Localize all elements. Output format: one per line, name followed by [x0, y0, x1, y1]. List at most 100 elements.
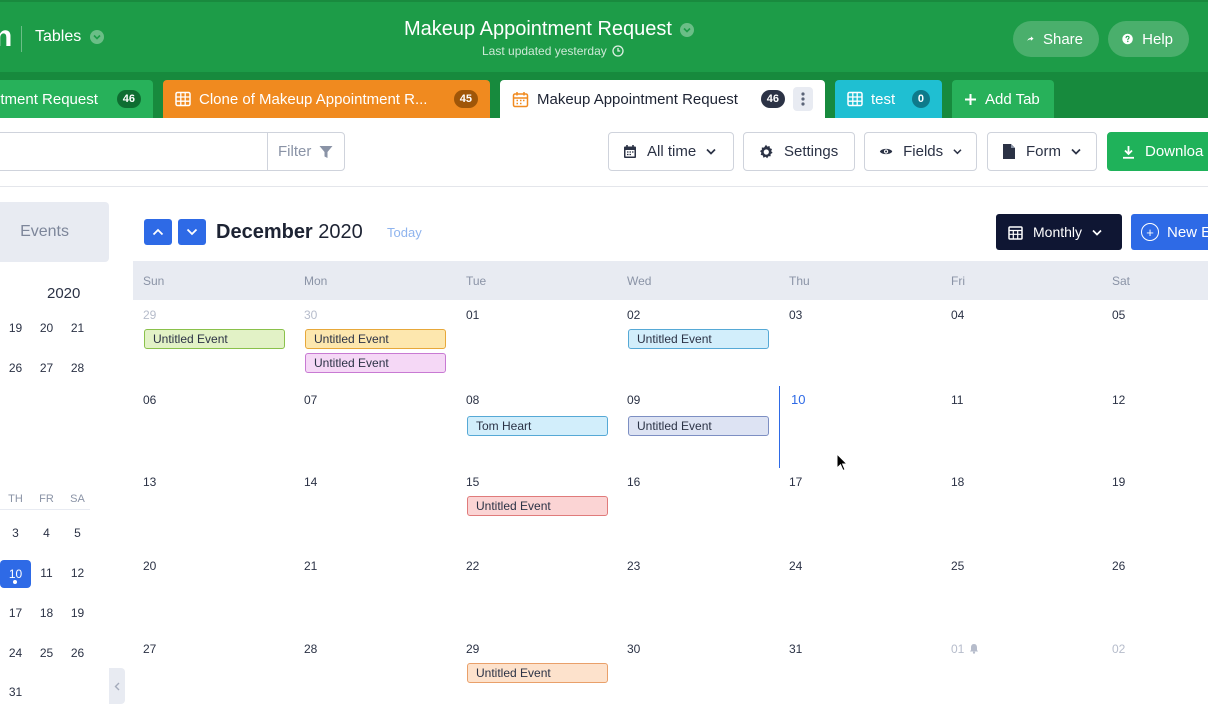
filter-icon	[319, 145, 333, 158]
mini-calendar-day[interactable]: 5	[62, 526, 93, 540]
mini-calendar-day[interactable]: 28	[62, 361, 93, 375]
mini-calendar-day[interactable]: 25	[31, 646, 62, 660]
calendar-day-number[interactable]: 07	[304, 393, 317, 407]
mini-calendar-day[interactable]: 4	[31, 526, 62, 540]
tables-menu-button[interactable]: Tables	[35, 28, 105, 46]
calendar-day-number[interactable]: 31	[789, 642, 802, 656]
tab-count-badge: 46	[116, 90, 141, 108]
calendar-day-number[interactable]: 12	[1112, 393, 1125, 407]
calendar-event[interactable]: Untitled Event	[467, 496, 608, 516]
events-tab[interactable]: Events	[0, 202, 109, 262]
calendar-day-number[interactable]: 01	[951, 642, 964, 656]
tab-makeup-appointment-request-partial[interactable]: ntment Request 46	[0, 80, 153, 118]
calendar-event[interactable]: Untitled Event	[467, 663, 608, 683]
mini-calendar-day[interactable]: 12	[62, 560, 93, 588]
plus-icon: +	[1141, 223, 1159, 241]
calendar-event[interactable]: Tom Heart	[467, 416, 608, 436]
calendar-event[interactable]: Untitled Event	[628, 329, 769, 349]
calendar-day-number[interactable]: 28	[304, 642, 317, 656]
tables-label: Tables	[35, 28, 82, 45]
calendar-day-number[interactable]: 22	[466, 559, 479, 573]
mini-calendar-day[interactable]: 26	[62, 646, 93, 660]
calendar-event[interactable]: Untitled Event	[144, 329, 285, 349]
search-input[interactable]	[0, 132, 268, 171]
tab-test[interactable]: test 0	[835, 80, 942, 118]
mini-calendar-today[interactable]: 10	[0, 560, 31, 588]
calendar-day-today[interactable]: 10	[791, 392, 805, 407]
date-range-dropdown[interactable]: All time	[608, 132, 734, 171]
help-button[interactable]: Help	[1108, 21, 1189, 57]
calendar-day-number[interactable]: 29	[143, 308, 156, 322]
calendar-day-number[interactable]: 02	[627, 308, 640, 322]
calendar-day-number[interactable]: 15	[466, 475, 479, 489]
tab-clone-of-makeup-appointment[interactable]: Clone of Makeup Appointment R... 45	[163, 80, 490, 118]
mini-calendar-day[interactable]: 3	[0, 526, 31, 540]
calendar-day-number[interactable]: 23	[627, 559, 640, 573]
calendar-day-number[interactable]: 18	[951, 475, 964, 489]
weekday-label: Wed	[627, 274, 652, 288]
filter-button[interactable]: Filter	[267, 132, 345, 171]
calendar-day-number[interactable]: 06	[143, 393, 156, 407]
mini-calendar-day[interactable]: 21	[62, 321, 93, 335]
mini-calendar-day[interactable]: 27	[31, 361, 62, 375]
last-updated: Last updated yesterday	[482, 44, 724, 58]
calendar-day-number[interactable]: 29	[466, 642, 479, 656]
calendar-day-number[interactable]: 21	[304, 559, 317, 573]
more-options-icon[interactable]	[793, 87, 813, 111]
mini-calendar-day[interactable]: 11	[31, 560, 62, 588]
current-month-label: December 2020	[216, 221, 363, 244]
form-title[interactable]: Makeup Appointment Request	[404, 18, 724, 41]
calendar-event[interactable]: Untitled Event	[628, 416, 769, 436]
app-window: n Tables Makeup Appointment Request Last…	[0, 0, 1208, 705]
fields-dropdown[interactable]: Fields	[864, 132, 977, 171]
settings-label: Settings	[784, 143, 839, 160]
mini-calendar-day[interactable]: 18	[31, 606, 62, 620]
form-dropdown[interactable]: Form	[987, 132, 1097, 171]
calendar-day-number[interactable]: 26	[1112, 559, 1125, 573]
calendar-day-number[interactable]: 13	[143, 475, 156, 489]
calendar-day-number[interactable]: 09	[627, 393, 640, 407]
share-button[interactable]: Share	[1013, 21, 1099, 57]
mini-calendar-day[interactable]: 24	[0, 646, 31, 660]
calendar-day-number[interactable]: 30	[304, 308, 317, 322]
calendar-day-number[interactable]: 20	[143, 559, 156, 573]
calendar-day-number[interactable]: 30	[627, 642, 640, 656]
settings-button[interactable]: Settings	[743, 132, 855, 171]
calendar-day-number[interactable]: 25	[951, 559, 964, 573]
calendar-day-number[interactable]: 08	[466, 393, 479, 407]
new-event-button[interactable]: + New E	[1131, 214, 1208, 250]
calendar-day-number[interactable]: 02	[1112, 642, 1125, 656]
calendar-day-number[interactable]: 03	[789, 308, 802, 322]
calendar-day-number[interactable]: 01	[466, 308, 479, 322]
previous-month-button[interactable]	[144, 219, 172, 245]
mini-calendar-day[interactable]: 20	[31, 321, 62, 335]
calendar-day-number[interactable]: 24	[789, 559, 802, 573]
view-mode-dropdown[interactable]: Monthly	[996, 214, 1122, 250]
calendar-event[interactable]: Untitled Event	[305, 329, 446, 349]
mini-calendar-day[interactable]: 19	[0, 321, 31, 335]
filter-label: Filter	[278, 143, 312, 160]
download-button[interactable]: Downloa	[1107, 132, 1208, 171]
add-tab-button[interactable]: Add Tab	[952, 80, 1054, 118]
mini-calendar-day[interactable]: 19	[62, 606, 93, 620]
mini-calendar-day[interactable]: 31	[0, 685, 31, 699]
tab-makeup-appointment-request-calendar[interactable]: Makeup Appointment Request 46	[500, 80, 825, 118]
today-button[interactable]: Today	[387, 225, 422, 240]
chevron-down-icon[interactable]	[679, 22, 694, 37]
calendar-day-number[interactable]: 14	[304, 475, 317, 489]
next-month-button[interactable]	[178, 219, 206, 245]
logo[interactable]: n	[0, 22, 12, 52]
mini-calendar-day[interactable]: 26	[0, 361, 31, 375]
mini-calendar-week: 17 18 19	[0, 606, 93, 620]
mini-calendar-day[interactable]: 17	[0, 606, 31, 620]
calendar-day-number[interactable]: 11	[951, 393, 963, 407]
calendar-day-number[interactable]: 04	[951, 308, 964, 322]
calendar-event[interactable]: Untitled Event	[305, 353, 446, 373]
sidebar-collapse-button[interactable]	[109, 668, 125, 704]
calendar-day-number[interactable]: 16	[627, 475, 640, 489]
all-time-label: All time	[647, 143, 697, 160]
calendar-day-number[interactable]: 05	[1112, 308, 1125, 322]
calendar-day-number[interactable]: 19	[1112, 475, 1125, 489]
calendar-day-number[interactable]: 27	[143, 642, 156, 656]
calendar-day-number[interactable]: 17	[789, 475, 802, 489]
